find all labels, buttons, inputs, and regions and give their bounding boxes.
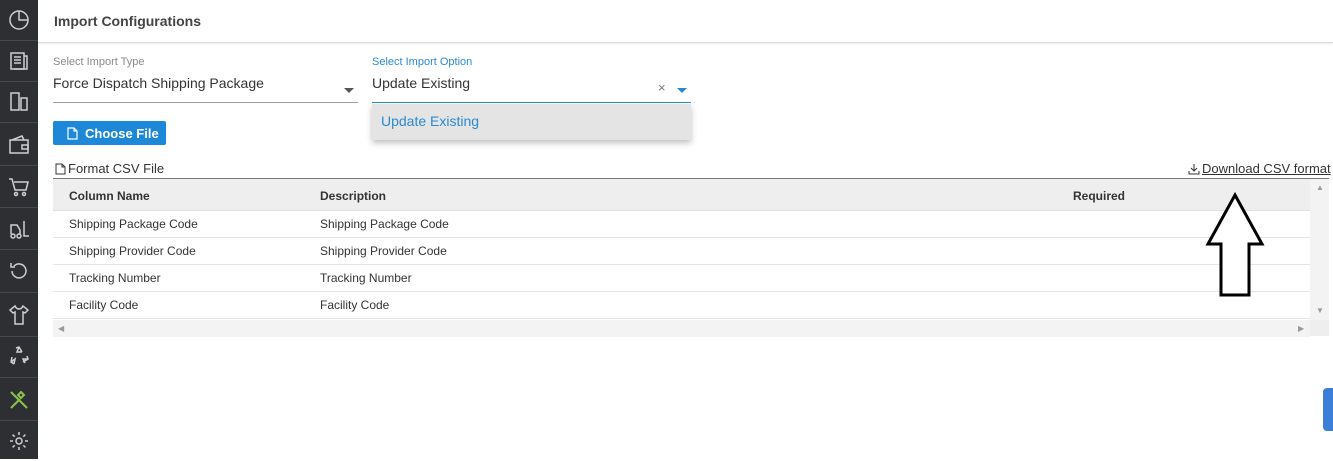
table-row: Facility Code Facility Code [53, 292, 1310, 319]
chevron-down-icon[interactable] [677, 88, 687, 93]
chevron-down-icon[interactable] [344, 88, 354, 93]
tools-icon[interactable] [0, 380, 38, 420]
scroll-right-arrow-icon[interactable]: ▶ [1298, 324, 1304, 333]
dropdown-option-update-existing[interactable]: Update Existing [381, 113, 479, 129]
table-row: Shipping Package Code Shipping Package C… [53, 211, 1310, 238]
side-panel-tab[interactable] [1323, 388, 1333, 431]
download-icon [1188, 163, 1200, 174]
page-header: Import Configurations [38, 0, 1333, 43]
import-option-select[interactable]: Update Existing [372, 75, 470, 91]
recycle-icon[interactable] [0, 336, 38, 376]
import-type-select[interactable]: Force Dispatch Shipping Package [53, 75, 264, 91]
horizontal-scrollbar[interactable]: ◀ ▶ [53, 320, 1310, 337]
scroll-left-arrow-icon[interactable]: ◀ [58, 324, 64, 333]
column-header-description: Description [320, 189, 387, 203]
table-row: Tracking Number Tracking Number [53, 265, 1310, 292]
settings-icon[interactable] [0, 421, 38, 461]
clear-icon[interactable]: × [658, 80, 666, 95]
scroll-down-arrow-icon[interactable]: ▼ [1316, 306, 1324, 315]
column-header-name: Column Name [69, 189, 150, 203]
choose-file-button[interactable]: Choose File [53, 121, 166, 145]
import-option-dropdown: Update Existing [372, 104, 691, 140]
wallet-icon[interactable] [0, 125, 38, 165]
refresh-icon[interactable] [0, 251, 38, 291]
devices-icon[interactable] [0, 82, 38, 122]
sidebar [0, 0, 38, 459]
import-option-label: Select Import Option [372, 56, 473, 68]
annotation-arrow-icon [1205, 192, 1265, 297]
forklift-icon[interactable] [0, 209, 38, 249]
file-icon [67, 126, 78, 140]
download-csv-link[interactable]: Download CSV format [1188, 161, 1331, 176]
cart-icon[interactable] [0, 167, 38, 207]
import-type-label: Select Import Type [53, 56, 145, 68]
vertical-scrollbar[interactable]: ▲ ▼ [1310, 179, 1329, 320]
orders-icon[interactable] [0, 41, 38, 81]
scroll-up-arrow-icon[interactable]: ▲ [1316, 183, 1324, 192]
choose-file-label: Choose File [85, 125, 159, 141]
apparel-icon[interactable] [0, 295, 38, 335]
csv-format-table: Column Name Description Required Shippin… [53, 178, 1329, 337]
table-header: Column Name Description Required [53, 179, 1310, 211]
format-csv-label: Format CSV File [55, 161, 164, 176]
file-icon [55, 163, 66, 174]
column-header-required: Required [1073, 189, 1126, 203]
page-title: Import Configurations [54, 13, 201, 29]
table-row: Shipping Provider Code Shipping Provider… [53, 238, 1310, 265]
dashboard-icon[interactable] [0, 0, 38, 40]
